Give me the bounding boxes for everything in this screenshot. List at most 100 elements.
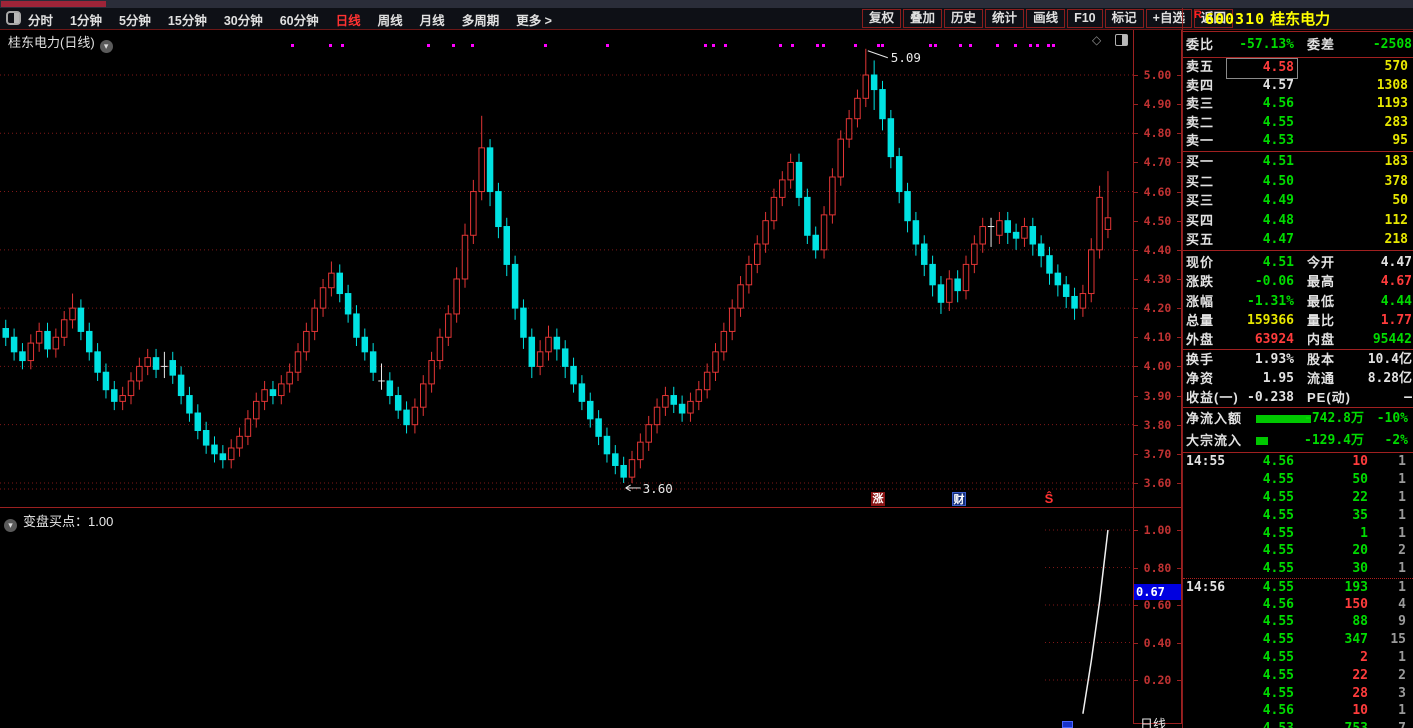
- level-label: 卖一: [1186, 133, 1215, 149]
- layout-toggle-icon[interactable]: [6, 11, 21, 25]
- tick-volume: 28: [1352, 685, 1368, 701]
- toolbar-button[interactable]: 复权: [862, 9, 902, 28]
- event-marker-涨[interactable]: 涨: [871, 492, 885, 506]
- stat-label: 股本: [1307, 352, 1336, 368]
- period-tab[interactable]: 30分钟: [224, 10, 263, 29]
- bid-row[interactable]: 买五 4.47 218: [1183, 230, 1413, 250]
- axis-tick: [1177, 395, 1181, 397]
- period-tab[interactable]: 1分钟: [70, 10, 102, 29]
- tick-count: 1: [1398, 472, 1406, 488]
- bid-row[interactable]: 买三 4.49 50: [1183, 191, 1413, 211]
- stat-label: 总量: [1186, 312, 1215, 328]
- split-view-icon[interactable]: [1115, 34, 1128, 46]
- ask-row[interactable]: 卖四 4.57 1308: [1183, 77, 1413, 96]
- toolbar-button[interactable]: 历史: [944, 9, 984, 28]
- chevron-down-icon[interactable]: ▾: [4, 519, 17, 532]
- tick-count: 3: [1398, 685, 1406, 701]
- ask-row[interactable]: 卖三 4.56 1193: [1183, 95, 1413, 114]
- tick-count: 1: [1398, 703, 1406, 719]
- bid-row[interactable]: 买二 4.50 378: [1183, 172, 1413, 192]
- stats-row: 涨跌 -0.06 最高 4.67: [1183, 272, 1413, 291]
- toolbar-button[interactable]: 画线: [1026, 9, 1066, 28]
- period-tab[interactable]: 周线: [378, 10, 403, 29]
- axis-tick: [1134, 337, 1138, 339]
- period-tab[interactable]: 多周期: [462, 10, 500, 29]
- margin-flag: R: [1194, 9, 1202, 21]
- tick-row: 4.55 30 1: [1183, 560, 1413, 578]
- axis-tick: [1177, 249, 1181, 251]
- level-price: 4.53: [1262, 133, 1294, 149]
- tick-time: 14:55: [1186, 454, 1226, 470]
- toolbar-button[interactable]: F10: [1067, 9, 1103, 28]
- diamond-tool-icon[interactable]: ◇: [1092, 33, 1101, 47]
- tick-count: 1: [1398, 454, 1406, 470]
- stat-value: 1.95: [1262, 370, 1294, 386]
- weibi-row: 委比 -57.13% 委差 -2508: [1183, 32, 1413, 57]
- stat-value: -0.238: [1247, 390, 1294, 406]
- tick-count: 2: [1398, 667, 1406, 683]
- chevron-down-icon[interactable]: ▾: [99, 40, 113, 53]
- level-volume: 218: [1384, 232, 1408, 248]
- toolbar-button[interactable]: 叠加: [903, 9, 943, 28]
- svg-text:3.60: 3.60: [643, 481, 673, 496]
- tick-volume: 20: [1352, 543, 1368, 559]
- toolbar-button[interactable]: 统计: [985, 9, 1025, 28]
- toolbar-button[interactable]: 标记: [1104, 9, 1144, 28]
- period-tab[interactable]: 15分钟: [168, 10, 207, 29]
- ask-row[interactable]: 卖五 4.58 570: [1183, 58, 1413, 79]
- stat-value: 4.67: [1380, 274, 1412, 290]
- axis-tick: [1134, 482, 1138, 484]
- axis-tick: [1177, 424, 1181, 426]
- price-axis-label: 5.00: [1143, 68, 1172, 82]
- price-axis-label: 3.80: [1143, 417, 1172, 432]
- tick-row: 14:56 4.55 193 1: [1183, 577, 1413, 596]
- flow-bar: [1256, 437, 1268, 446]
- tick-price: 4.55: [1262, 561, 1294, 577]
- bid: 买一 4.51 183 买二 4.50 378 买三 4.49 50 买四 4.48 112 买五 4.4…: [1183, 152, 1413, 251]
- toolbar-button[interactable]: +自选: [1145, 9, 1192, 28]
- period-tab[interactable]: 5分钟: [119, 10, 151, 29]
- tick-list[interactable]: 14:55 4.56 10 1 4.55 50 1 4.55 22 1 4.55 35 1 4.55 1 1 4…: [1183, 453, 1413, 728]
- bid-row[interactable]: 买四 4.48 112: [1183, 211, 1413, 231]
- tick-price: 4.55: [1262, 489, 1294, 505]
- tick-price: 4.55: [1262, 579, 1294, 595]
- period-tab[interactable]: 更多 >: [516, 10, 552, 29]
- axis-tick: [1177, 220, 1181, 222]
- stat-value: -1.31%: [1247, 293, 1294, 309]
- tick-row: 14:55 4.56 10 1: [1183, 453, 1413, 471]
- axis-tick: [1177, 278, 1181, 280]
- window-top-tab[interactable]: [1, 1, 106, 7]
- indicator-panel[interactable]: [0, 508, 1133, 728]
- axis-tick: [1177, 530, 1181, 531]
- tick-price: 4.53: [1224, 720, 1294, 728]
- tick-volume: 753: [1298, 720, 1368, 728]
- flow-label: 净流入额: [1186, 411, 1243, 427]
- bid-row[interactable]: 买一 4.51 183: [1183, 152, 1413, 172]
- level-label: 买三: [1186, 193, 1215, 209]
- flow-percent: -10%: [1376, 411, 1408, 427]
- event-marker-Ŝ[interactable]: Ŝ: [1042, 492, 1056, 506]
- axis-tick: [1177, 162, 1181, 164]
- ask-row[interactable]: 卖二 4.55 283: [1183, 114, 1413, 133]
- event-marker-财[interactable]: 财: [952, 492, 966, 506]
- stats-row: 收益(一) -0.238 PE(动) —: [1183, 388, 1413, 407]
- stat-label: 净资: [1186, 370, 1215, 386]
- stock-code: 600310: [1204, 10, 1266, 28]
- indicator-period-label: 日线: [1140, 717, 1167, 728]
- axis-tick: [1177, 605, 1181, 606]
- axis-tick: [1177, 308, 1181, 310]
- candlestick-chart[interactable]: 5.09 3.60: [0, 30, 1133, 508]
- stat-value: —: [1404, 390, 1412, 406]
- ask-row[interactable]: 卖一 4.53 95: [1183, 132, 1413, 151]
- period-tab[interactable]: 60分钟: [280, 10, 319, 29]
- period-tab[interactable]: 月线: [420, 10, 445, 29]
- period-tab[interactable]: 日线: [336, 10, 361, 29]
- axis-tick: [1134, 191, 1138, 193]
- mini-widget[interactable]: [1062, 721, 1073, 728]
- tick-count: 1: [1398, 525, 1406, 541]
- stat-label: 涨幅: [1186, 293, 1215, 309]
- period-tab[interactable]: 分时: [28, 10, 53, 29]
- stat-value: 1.93%: [1254, 352, 1294, 368]
- axis-tick: [1134, 162, 1138, 164]
- indicator-axis-label: 1.00: [1143, 523, 1172, 537]
